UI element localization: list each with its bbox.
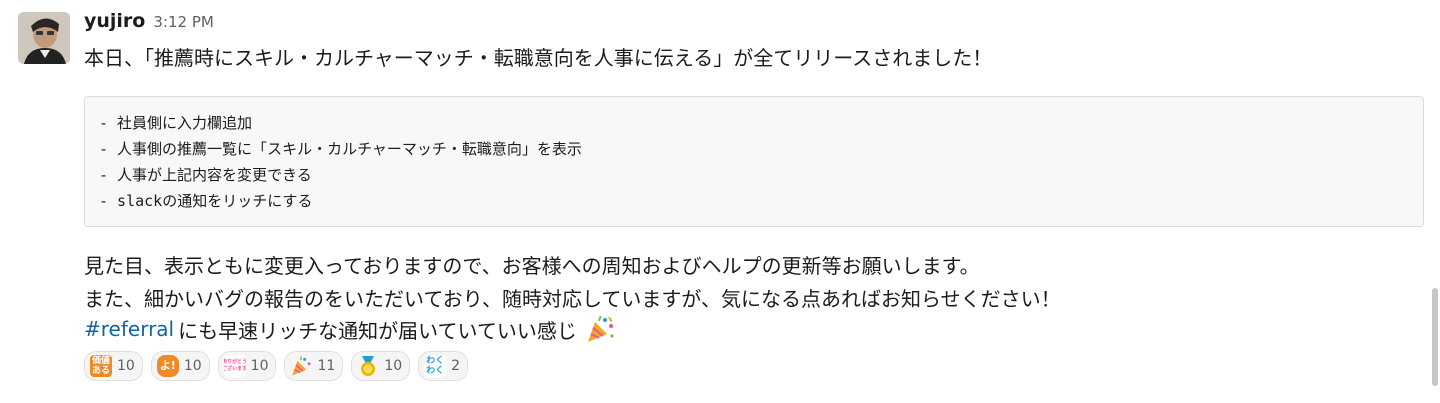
username[interactable]: yujiro — [84, 10, 145, 32]
message-text-para1: 見た目、表示ともに変更入っておりますので、お客様への周知およびヘルプの更新等お願… — [84, 254, 980, 278]
message-text-para2: また、細かいバグの報告のをいただいており、随時対応していますが、気になる点あれば… — [84, 287, 1061, 311]
medal-icon — [357, 355, 379, 377]
message-text-line1: 本日、「推薦時にスキル・カルチャーマッチ・転職意向を人事に伝える」が全てリリース… — [84, 46, 993, 70]
code-line: - slackの通知をリッチにする — [99, 192, 313, 210]
reaction-count: 10 — [183, 358, 202, 374]
reaction-arigatou[interactable]: ありがとう ございます 10 — [217, 351, 277, 381]
reaction-kachi-aru[interactable]: 価値 ある 10 — [84, 351, 143, 381]
reaction-wakuwaku[interactable]: わく わく 2 — [418, 351, 469, 381]
reaction-tada[interactable]: 11 — [284, 351, 344, 381]
reaction-count: 10 — [117, 358, 135, 374]
message-text-para3-body: にも早速リッチな通知が届いていていい感じ — [178, 318, 577, 343]
reaction-count: 10 — [250, 358, 269, 374]
avatar[interactable] — [18, 12, 70, 64]
reaction-medal[interactable]: 10 — [351, 351, 411, 381]
tada-icon — [290, 355, 312, 377]
yo-emoji-icon: よ! — [156, 355, 179, 377]
tada-icon — [585, 314, 615, 344]
code-line: - 社員側に入力欄追加 — [99, 114, 253, 132]
reaction-count: 11 — [317, 358, 336, 374]
wakuwaku-emoji-label: わく わく — [426, 356, 445, 376]
code-line: - 人事が上記内容を変更できる — [99, 166, 312, 184]
reaction-yo[interactable]: よ! 10 — [150, 351, 210, 381]
message: yujiro 3:12 PM 本日、「推薦時にスキル・カルチャーマッチ・転職意向… — [0, 0, 1440, 403]
kachi-aru-emoji-icon: 価値 ある — [90, 355, 112, 377]
yo-emoji-label: よ! — [159, 359, 176, 372]
reaction-count: 10 — [384, 358, 403, 374]
message-text-para3: #referral にも早速リッチな通知が届いていていい感じ — [84, 314, 615, 344]
reactions-bar: 価値 ある 10 よ! 10 ありがとう ございます 10 11 10 わく わ… — [84, 351, 476, 381]
channel-link[interactable]: #referral — [84, 317, 174, 341]
scrollbar[interactable] — [1432, 288, 1438, 386]
avatar-photo — [18, 12, 70, 64]
message-header: yujiro 3:12 PM — [84, 10, 214, 40]
code-block: - 社員側に入力欄追加 - 人事側の推薦一覧に「スキル・カルチャーマッチ・転職意… — [84, 96, 1424, 227]
reaction-count: 2 — [451, 358, 461, 374]
kachi-aru-emoji-label: 価値 ある — [91, 356, 110, 376]
arigatou-emoji-icon: ありがとう ございます — [223, 355, 246, 377]
wakuwaku-emoji-icon: わく わく — [424, 355, 447, 377]
code-line: - 人事側の推薦一覧に「スキル・カルチャーマッチ・転職意向」を表示 — [99, 140, 582, 158]
arigatou-emoji-label: ありがとう ございます — [223, 359, 246, 372]
timestamp[interactable]: 3:12 PM — [153, 13, 213, 31]
